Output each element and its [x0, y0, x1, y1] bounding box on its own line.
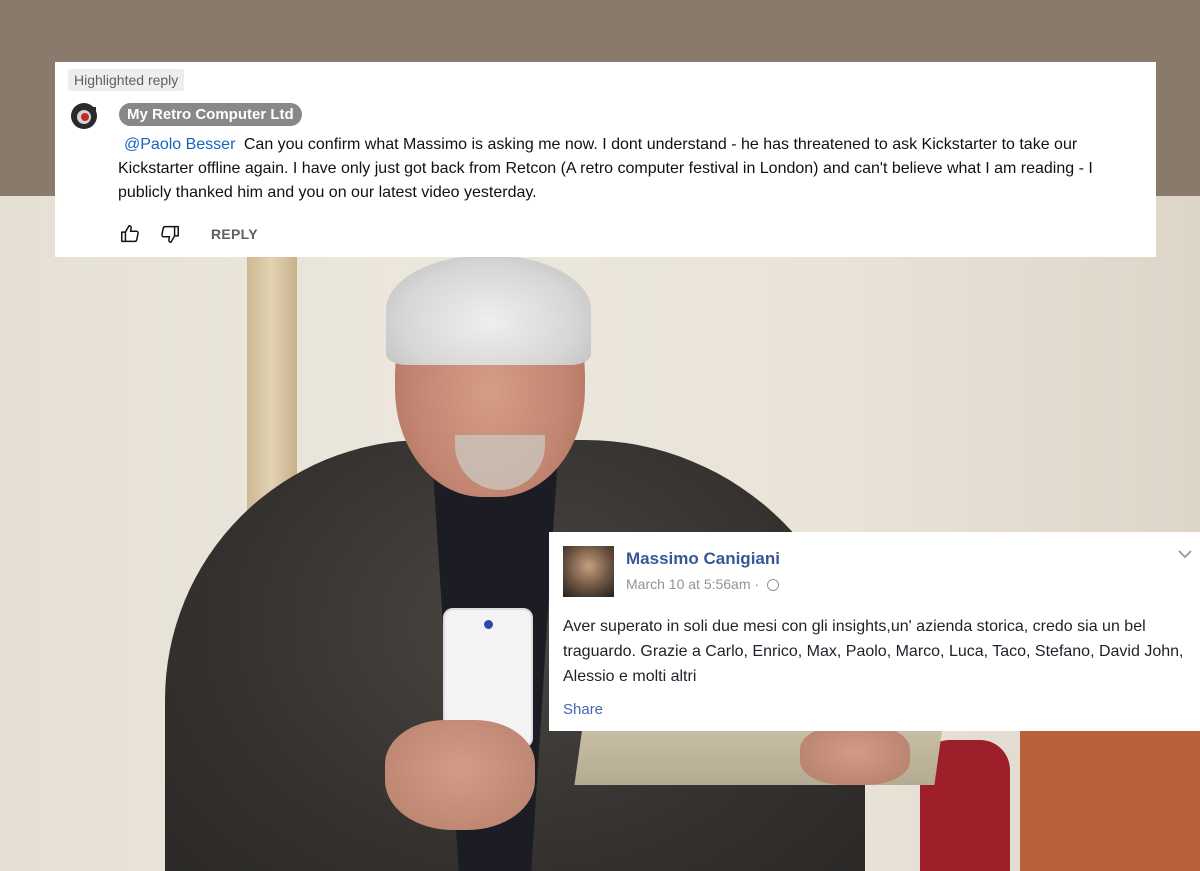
share-link[interactable]: Share: [563, 701, 603, 718]
post-meta: March 10 at 5:56am ·: [626, 576, 779, 592]
man-hair: [386, 255, 591, 365]
post-timestamp[interactable]: March 10 at 5:56am: [626, 576, 751, 592]
reply-button[interactable]: REPLY: [211, 226, 258, 242]
thumbs-down-icon[interactable]: [159, 223, 181, 245]
channel-avatar-icon[interactable]: [70, 102, 98, 130]
profile-avatar[interactable]: [563, 546, 614, 597]
mention-link[interactable]: @Paolo Besser: [118, 136, 239, 153]
comment-text: Can you confirm what Massimo is asking m…: [118, 136, 1093, 201]
phone-camera: [484, 620, 493, 629]
post-text: Aver superato in soli due mesi con gli i…: [563, 618, 1184, 685]
cabinet: [1020, 730, 1200, 871]
left-hand: [385, 720, 535, 830]
highlighted-reply-badge: Highlighted reply: [68, 69, 185, 91]
comment-actions: REPLY: [119, 222, 258, 246]
comment-body: @Paolo Besser Can you confirm what Massi…: [118, 133, 1143, 205]
thumbs-up-icon[interactable]: [119, 223, 141, 245]
post-author[interactable]: Massimo Canigiani: [626, 549, 780, 569]
globe-icon: [766, 579, 779, 591]
facebook-post-card: Massimo Canigiani March 10 at 5:56am · A…: [549, 532, 1200, 731]
meta-separator: ·: [754, 576, 760, 592]
chevron-down-icon[interactable]: [1178, 546, 1192, 562]
right-hand: [800, 725, 910, 785]
comment-author-badge[interactable]: My Retro Computer Ltd: [119, 103, 302, 126]
youtube-comment-card: Highlighted reply My Retro Computer Ltd …: [55, 62, 1156, 257]
